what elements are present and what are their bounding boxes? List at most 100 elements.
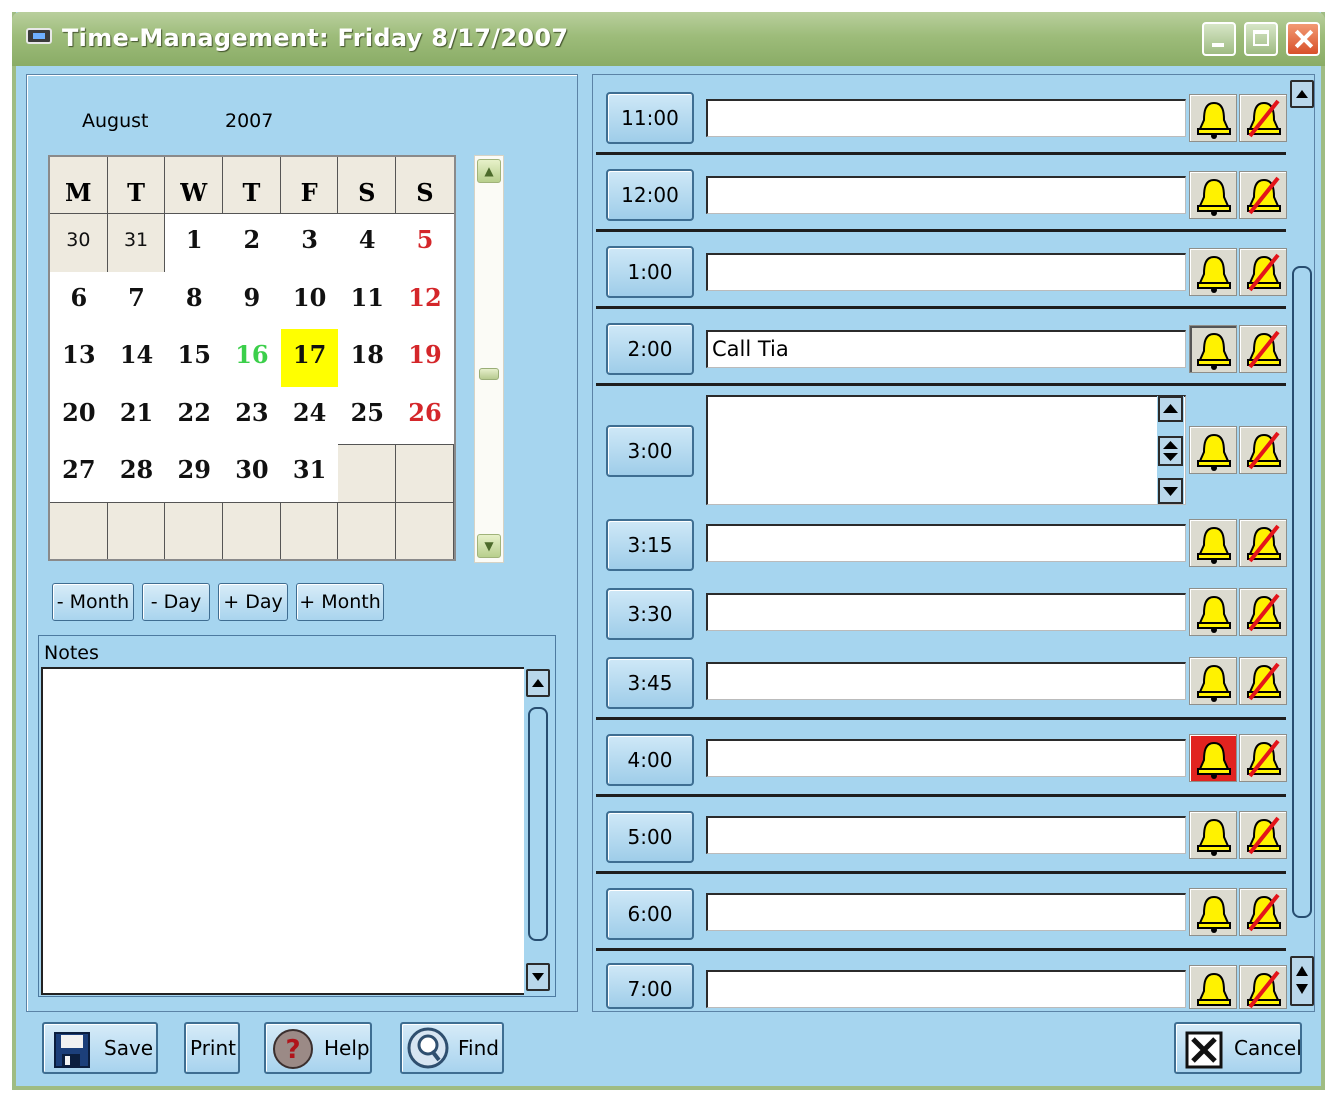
alarm-off-button[interactable] xyxy=(1239,519,1287,567)
calendar-day[interactable]: 22 xyxy=(165,386,224,444)
time-slot-button[interactable]: 3:00 xyxy=(606,425,694,477)
time-slot-entry[interactable] xyxy=(706,395,1186,505)
calendar-day[interactable]: 9 xyxy=(223,271,281,329)
alarm-on-button[interactable] xyxy=(1189,248,1237,296)
calendar-day[interactable]: 19 xyxy=(396,329,454,387)
time-slot-entry[interactable] xyxy=(706,99,1186,137)
alarm-off-button[interactable] xyxy=(1239,657,1287,705)
calendar-scrollbar[interactable]: ▲ ▼ xyxy=(474,155,504,563)
scroll-up-button[interactable]: ▲ xyxy=(477,159,501,183)
scroll-up-button[interactable] xyxy=(1158,396,1183,422)
title-bar[interactable]: Time-Management: Friday 8/17/2007 xyxy=(12,12,1325,66)
time-slot-entry[interactable]: Call Tia xyxy=(706,330,1186,368)
alarm-on-button[interactable] xyxy=(1189,965,1237,1009)
calendar-day[interactable]: 15 xyxy=(165,329,224,387)
time-slot-entry[interactable] xyxy=(706,970,1186,1008)
entry-scrollbar[interactable] xyxy=(1157,396,1184,504)
calendar-day[interactable]: 12 xyxy=(396,271,454,329)
scroll-thumb[interactable] xyxy=(1292,266,1312,918)
calendar-day[interactable]: 2 xyxy=(223,214,281,272)
time-slot-entry[interactable] xyxy=(706,524,1186,562)
time-slot-entry[interactable] xyxy=(706,816,1186,854)
maximize-button[interactable] xyxy=(1244,22,1278,56)
calendar-day[interactable]: 3 xyxy=(280,214,339,272)
time-slot-button[interactable]: 4:00 xyxy=(606,734,694,786)
scroll-up-button[interactable] xyxy=(526,669,550,697)
previous-day-button[interactable]: - Day xyxy=(142,583,210,621)
calendar-day[interactable]: 1 xyxy=(165,214,224,272)
alarm-off-button[interactable] xyxy=(1239,588,1287,636)
calendar-day[interactable]: 14 xyxy=(107,329,166,387)
month-calendar[interactable]: M T W T F S S 30 31 1 2 3 4 5 6 7 8 9 10… xyxy=(48,155,456,561)
time-slot-button[interactable]: 12:00 xyxy=(606,169,694,221)
help-button[interactable]: ? Help xyxy=(264,1022,372,1074)
calendar-day[interactable]: 11 xyxy=(338,271,397,329)
close-button[interactable] xyxy=(1286,22,1320,56)
alarm-on-button[interactable] xyxy=(1189,588,1237,636)
alarm-off-button[interactable] xyxy=(1239,325,1287,373)
calendar-day[interactable]: 13 xyxy=(50,329,108,387)
app-icon[interactable] xyxy=(26,28,52,44)
calendar-day[interactable]: 5 xyxy=(396,214,454,272)
time-slot-entry[interactable] xyxy=(706,739,1186,777)
alarm-off-button[interactable] xyxy=(1239,811,1287,859)
alarm-off-button[interactable] xyxy=(1239,888,1287,936)
alarm-on-button[interactable] xyxy=(1189,811,1237,859)
next-day-button[interactable]: + Day xyxy=(218,583,288,621)
scroll-down-button[interactable] xyxy=(1158,478,1183,504)
time-slot-button[interactable]: 3:15 xyxy=(606,519,694,571)
alarm-on-button-active[interactable] xyxy=(1189,734,1237,782)
scroll-down-button[interactable] xyxy=(526,963,550,991)
time-slot-button[interactable]: 3:30 xyxy=(606,588,694,640)
save-button[interactable]: Save xyxy=(42,1022,158,1074)
time-slot-entry[interactable] xyxy=(706,253,1186,291)
time-slot-button[interactable]: 2:00 xyxy=(606,323,694,375)
scroll-thumb[interactable] xyxy=(1158,436,1183,466)
calendar-day[interactable]: 6 xyxy=(50,271,108,329)
calendar-day[interactable]: 21 xyxy=(107,386,166,444)
alarm-on-button[interactable] xyxy=(1189,171,1237,219)
scroll-down-button[interactable]: ▼ xyxy=(477,534,501,558)
alarm-on-button[interactable] xyxy=(1189,657,1237,705)
minimize-button[interactable] xyxy=(1202,22,1236,56)
alarm-on-button[interactable] xyxy=(1189,94,1237,142)
alarm-on-button[interactable] xyxy=(1189,426,1237,474)
time-slot-button[interactable]: 7:00 xyxy=(606,963,694,1009)
calendar-day[interactable]: 30 xyxy=(50,214,108,272)
calendar-day[interactable]: 20 xyxy=(50,386,108,444)
time-slot-button[interactable]: 11:00 xyxy=(606,92,694,144)
alarm-off-button[interactable] xyxy=(1239,965,1287,1009)
time-slot-entry[interactable] xyxy=(706,593,1186,631)
calendar-day[interactable]: 10 xyxy=(280,271,339,329)
notes-scrollbar[interactable] xyxy=(524,667,552,995)
calendar-day[interactable]: 4 xyxy=(338,214,397,272)
calendar-day[interactable]: 7 xyxy=(107,271,166,329)
alarm-on-button[interactable] xyxy=(1189,888,1237,936)
time-slot-button[interactable]: 5:00 xyxy=(606,811,694,863)
calendar-day[interactable]: 29 xyxy=(165,444,224,502)
alarm-off-button[interactable] xyxy=(1239,94,1287,142)
time-slot-entry[interactable] xyxy=(706,176,1186,214)
alarm-on-button[interactable] xyxy=(1189,519,1237,567)
calendar-day[interactable]: 25 xyxy=(338,386,397,444)
calendar-day[interactable]: 28 xyxy=(107,444,166,502)
alarm-on-button[interactable] xyxy=(1189,325,1237,373)
alarm-off-button[interactable] xyxy=(1239,734,1287,782)
calendar-day[interactable]: 26 xyxy=(396,386,454,444)
calendar-day[interactable]: 31 xyxy=(107,214,166,272)
alarm-off-button[interactable] xyxy=(1239,248,1287,296)
cancel-button[interactable]: Cancel xyxy=(1174,1022,1302,1074)
print-button[interactable]: Print xyxy=(184,1022,240,1074)
scroll-down-button[interactable] xyxy=(1290,956,1314,1006)
scroll-up-button[interactable] xyxy=(1290,80,1314,108)
calendar-day[interactable]: 23 xyxy=(223,386,281,444)
calendar-day[interactable]: 31 xyxy=(280,444,339,502)
alarm-off-button[interactable] xyxy=(1239,426,1287,474)
time-slot-entry[interactable] xyxy=(706,893,1186,931)
calendar-day[interactable]: 27 xyxy=(50,444,108,502)
time-slot-button[interactable]: 1:00 xyxy=(606,246,694,298)
scroll-thumb[interactable] xyxy=(528,707,548,941)
calendar-day[interactable]: 18 xyxy=(338,329,397,387)
calendar-day[interactable]: 24 xyxy=(280,386,339,444)
time-slot-button[interactable]: 6:00 xyxy=(606,888,694,940)
